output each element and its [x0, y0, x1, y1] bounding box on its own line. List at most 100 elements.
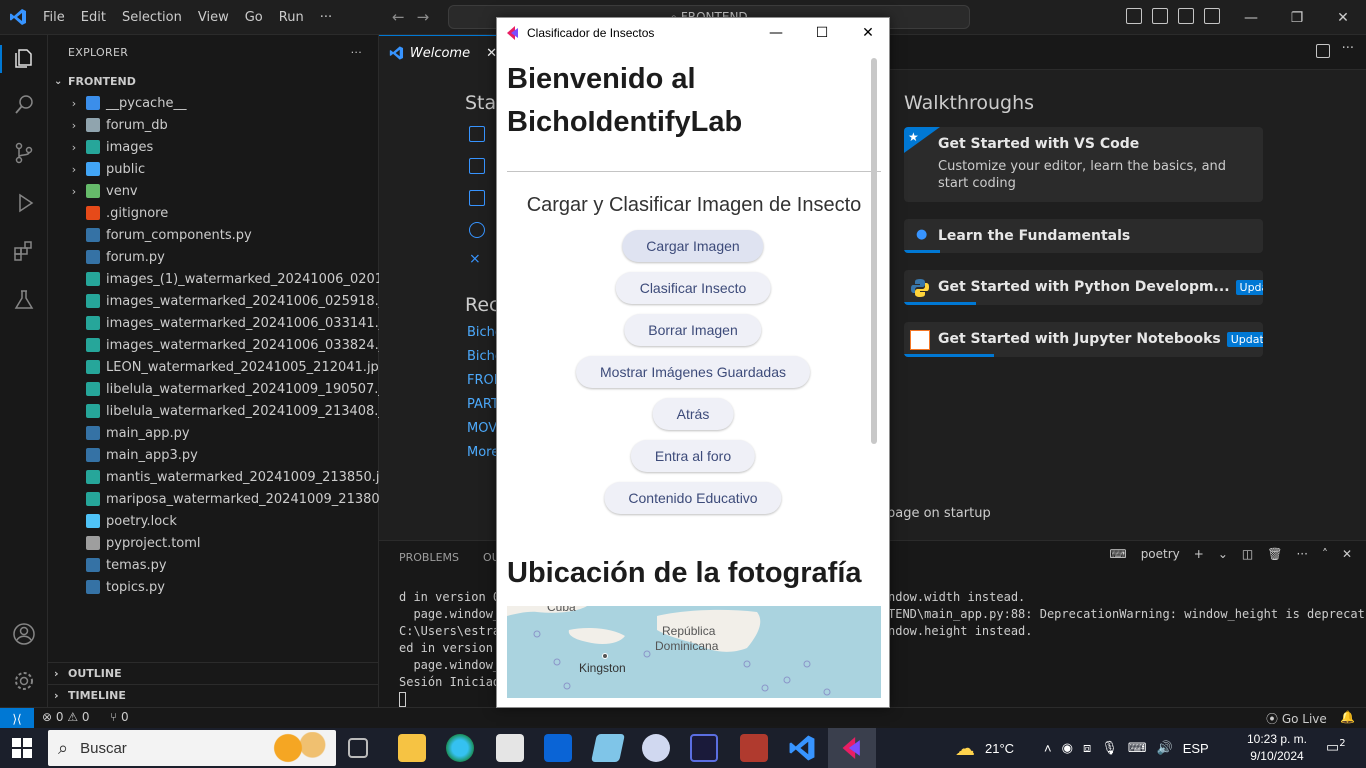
file-item[interactable]: libelula_watermarked_20241009_190507.jpg: [48, 378, 399, 400]
file-item[interactable]: images_watermarked_20241006_025918.jpg: [48, 290, 399, 312]
editor-more-icon[interactable]: ···: [1342, 41, 1354, 56]
folder-item[interactable]: › venv: [48, 180, 378, 202]
task-view-icon[interactable]: [348, 738, 368, 758]
run-debug-icon[interactable]: [12, 191, 36, 215]
source-control-icon[interactable]: [12, 141, 36, 165]
ports-status[interactable]: ⑂ 0: [110, 710, 129, 724]
file-item[interactable]: mantis_watermarked_20241009_213850.jpg: [48, 466, 396, 488]
notes-app-icon[interactable]: [591, 734, 625, 762]
testing-flask-icon[interactable]: [12, 288, 36, 312]
remote-indicator-icon[interactable]: ⟩⟨: [0, 708, 34, 729]
walkthrough-card-python[interactable]: Get Started with Python Developm... Updat…: [904, 270, 1263, 305]
clock[interactable]: 10:23 p. m. 9/10/2024: [1244, 731, 1310, 765]
split-editor-icon[interactable]: [1316, 44, 1330, 58]
menu-go[interactable]: Go: [237, 0, 271, 35]
enter-forum-button[interactable]: Entra al foro: [630, 440, 756, 472]
terminal-name[interactable]: poetry: [1141, 547, 1180, 561]
network-icon[interactable]: ⌨: [1128, 740, 1147, 756]
file-item[interactable]: main_app3.py: [48, 444, 378, 466]
open-folder-icon[interactable]: [469, 190, 485, 206]
maximize-panel-icon[interactable]: ˄: [1322, 547, 1328, 561]
windows-start-icon[interactable]: [12, 738, 32, 758]
folder-item[interactable]: › forum_db: [48, 114, 378, 136]
forward-arrow-icon[interactable]: →: [417, 8, 430, 26]
recent-item[interactable]: MOV: [467, 421, 497, 436]
folder-item[interactable]: › public: [48, 158, 378, 180]
paint-app-icon[interactable]: [642, 734, 670, 762]
app-maximize-icon[interactable]: ☐: [799, 18, 845, 48]
chevron-down-icon[interactable]: ⌄: [1218, 547, 1228, 561]
menu-edit[interactable]: Edit: [73, 0, 114, 35]
close-icon[interactable]: ✕: [1320, 0, 1366, 35]
restore-icon[interactable]: ❐: [1274, 0, 1320, 35]
connect-remote-icon[interactable]: ⨯: [469, 252, 485, 268]
walkthrough-card-vscode[interactable]: ★ Get Started with VS Code Customize you…: [904, 127, 1263, 202]
toggle-sidebar-icon[interactable]: [1126, 8, 1142, 24]
file-item[interactable]: images_watermarked_20241006_033141.jpg: [48, 312, 399, 334]
notification-center-icon[interactable]: ▭2: [1326, 738, 1346, 756]
recent-item[interactable]: PART: [467, 397, 499, 412]
menu-more[interactable]: ···: [312, 0, 340, 35]
app-minimize-icon[interactable]: —: [753, 18, 799, 48]
clone-repo-icon[interactable]: [469, 222, 485, 238]
weather-widget[interactable]: ☁ 21°C: [955, 728, 1014, 768]
menu-file[interactable]: File: [35, 0, 73, 35]
chevron-up-icon[interactable]: ˄: [1044, 741, 1052, 756]
explorer-more-button[interactable]: ···: [351, 46, 362, 59]
back-arrow-icon[interactable]: ←: [392, 8, 405, 26]
accounts-icon[interactable]: [12, 622, 36, 646]
classify-insect-button[interactable]: Clasificar Insecto: [615, 272, 771, 304]
menu-selection[interactable]: Selection: [114, 0, 190, 35]
file-item[interactable]: libelula_watermarked_20241009_213408.jpg: [48, 400, 399, 422]
new-terminal-icon[interactable]: +: [1194, 547, 1204, 561]
file-item[interactable]: temas.py: [48, 554, 378, 576]
extensions-icon[interactable]: [12, 239, 36, 263]
show-saved-images-button[interactable]: Mostrar Imágenes Guardadas: [576, 356, 810, 388]
walkthrough-card-fundamentals[interactable]: ● Learn the Fundamentals: [904, 219, 1263, 253]
tab-welcome[interactable]: Welcome ✕: [379, 35, 497, 70]
file-item[interactable]: poetry.lock: [48, 510, 378, 532]
load-image-button[interactable]: Cargar Imagen: [622, 230, 764, 262]
volume-icon[interactable]: 🔊: [1157, 740, 1173, 756]
file-item[interactable]: topics.py: [48, 576, 378, 598]
settings-gear-icon[interactable]: [12, 669, 36, 693]
edge-browser-icon[interactable]: [446, 734, 474, 762]
language-indicator[interactable]: ESP: [1183, 741, 1209, 756]
workspace-folder[interactable]: ⌄ FRONTEND: [48, 70, 378, 92]
toggle-panel-icon[interactable]: [1152, 8, 1168, 24]
file-item[interactable]: .gitignore: [48, 202, 378, 224]
trash-icon[interactable]: 🗑: [1267, 547, 1282, 561]
close-panel-icon[interactable]: ✕: [1342, 547, 1352, 561]
app-close-icon[interactable]: ✕: [845, 18, 889, 48]
back-button[interactable]: Atrás: [652, 398, 734, 430]
mail-icon[interactable]: [544, 734, 572, 762]
show-on-startup-label[interactable]: page on startup: [887, 506, 991, 521]
file-item[interactable]: LEON_watermarked_20241005_212041.jpg: [48, 356, 387, 378]
tab-problems[interactable]: PROBLEMS: [399, 551, 459, 564]
vscode-taskbar-icon[interactable]: [788, 734, 816, 762]
explorer-icon[interactable]: [12, 47, 36, 71]
file-item[interactable]: images_(1)_watermarked_20241006_020156.j…: [48, 268, 424, 290]
educational-content-button[interactable]: Contenido Educativo: [604, 482, 782, 514]
file-item[interactable]: forum.py: [48, 246, 378, 268]
camera-icon[interactable]: ⧈: [1083, 740, 1091, 756]
more-icon[interactable]: ···: [1296, 547, 1307, 561]
go-live-button[interactable]: ⦿ Go Live: [1266, 710, 1327, 727]
winrar-icon[interactable]: [740, 734, 768, 762]
recent-more-link[interactable]: More: [467, 445, 499, 460]
timeline-section[interactable]: › TIMELINE: [48, 684, 379, 706]
windsurf-app-icon[interactable]: [690, 734, 718, 762]
problems-status[interactable]: ⊗ 0 ⚠ 0: [42, 710, 90, 724]
file-item[interactable]: mariposa_watermarked_20241009_213802.jpg: [48, 488, 412, 510]
open-file-icon[interactable]: [469, 158, 485, 174]
new-file-icon[interactable]: [469, 126, 485, 142]
microsoft-store-icon[interactable]: [496, 734, 524, 762]
file-item[interactable]: main_app.py: [48, 422, 378, 444]
taskbar-search-box[interactable]: ⌕ Buscar: [48, 730, 336, 766]
notifications-bell-icon[interactable]: 🔔: [1340, 710, 1355, 724]
customize-layout-icon[interactable]: [1204, 8, 1220, 24]
toggle-secondary-sidebar-icon[interactable]: [1178, 8, 1194, 24]
file-explorer-icon[interactable]: [398, 734, 426, 762]
folder-item[interactable]: › images: [48, 136, 378, 158]
delete-image-button[interactable]: Borrar Imagen: [624, 314, 762, 346]
